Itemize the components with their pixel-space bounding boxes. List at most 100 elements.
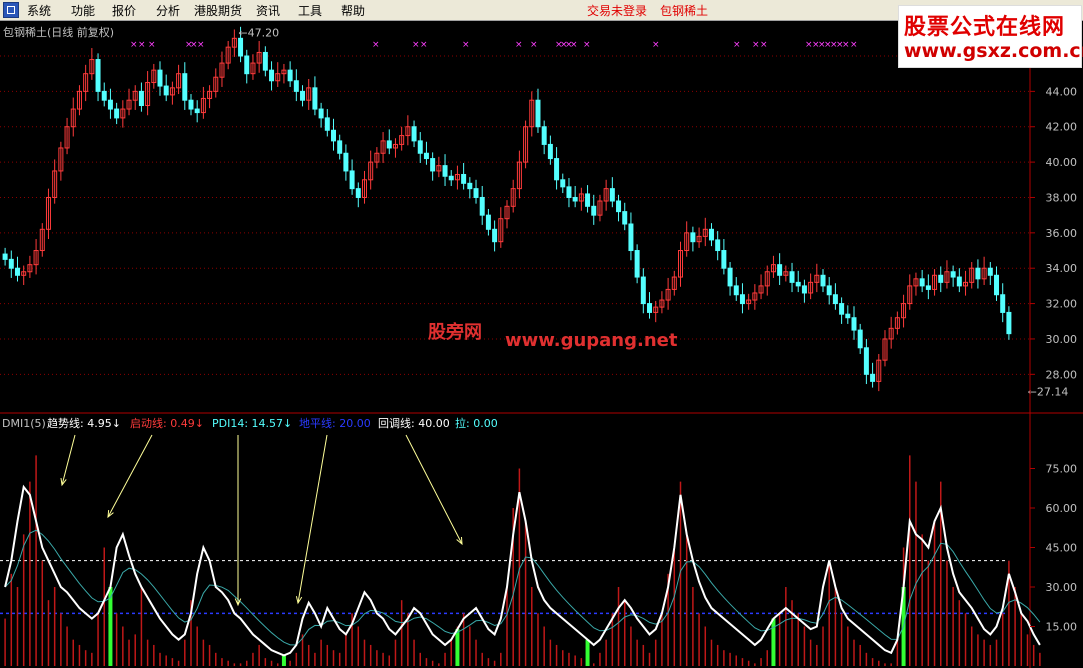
menu-quote[interactable]: 报价	[112, 2, 136, 19]
candle-down	[789, 271, 795, 283]
candle-down	[721, 250, 727, 269]
candle-down	[8, 258, 14, 269]
candle-down	[300, 90, 306, 101]
candle-down	[1006, 311, 1012, 335]
signal-marker: ×	[733, 40, 741, 50]
candle-down	[318, 108, 324, 119]
candle-down	[386, 140, 392, 149]
watermark-title: 股票公式在线网	[904, 15, 1066, 40]
candle-down	[107, 99, 113, 110]
candle-down	[777, 264, 783, 276]
candle-down	[331, 129, 337, 142]
candle-down	[101, 90, 107, 101]
candle-down	[430, 158, 436, 172]
menu-analysis[interactable]: 分析	[156, 2, 180, 19]
candle-down	[448, 175, 454, 181]
candle-down	[188, 99, 194, 110]
candle-down	[114, 108, 120, 119]
high-price-label: ←47.20	[238, 26, 279, 39]
candle-down	[801, 285, 807, 294]
legend-arrow	[107, 434, 153, 518]
candle-down	[870, 373, 876, 382]
price-tick-label: 34.00	[1046, 262, 1078, 275]
dmi-legend-item: 拉: 0.00	[455, 416, 498, 430]
signal-marker: ×	[850, 40, 858, 50]
candle-down	[820, 274, 826, 287]
menu-help[interactable]: 帮助	[341, 2, 365, 19]
watermark-top: 股票公式在线网 www.gsxz.com.cn	[898, 5, 1083, 68]
dmi-title: DMI1(5)	[2, 417, 46, 430]
candle-down	[857, 329, 863, 349]
candle-down	[287, 69, 293, 82]
signal-marker: ×	[138, 40, 146, 50]
candle-down	[616, 200, 622, 213]
candle-down	[269, 69, 275, 82]
dmi-legend: DMI1(5) 趋势线: 4.95↓ 启动线: 0.49↓ PDI14: 14.57↓…	[2, 416, 498, 430]
candle-down	[560, 179, 566, 188]
login-status[interactable]: 交易未登录	[587, 2, 647, 19]
candle-down	[349, 170, 355, 190]
candle-down	[640, 276, 646, 305]
price-axis: 28.00 30.00 32.00 34.00 36.00 38.00 40.00 42.00…	[1030, 50, 1077, 381]
menu-function[interactable]: 功能	[71, 2, 95, 19]
candle-down	[461, 173, 467, 184]
signal-marker: ×	[372, 40, 380, 50]
price-tick-label: 38.00	[1046, 191, 1078, 204]
candle-down	[572, 196, 578, 202]
candle-down	[925, 285, 931, 290]
candle-down	[591, 205, 597, 216]
price-chart-title: 包钢稀土(日线 前复权)	[3, 25, 114, 39]
legend-arrow	[61, 434, 76, 486]
candle-down	[987, 267, 993, 276]
candle-down	[919, 278, 925, 287]
candle-down	[715, 239, 721, 252]
menu-tools[interactable]: 工具	[298, 2, 322, 19]
candle-down	[975, 267, 981, 280]
dmi-start-bar	[455, 629, 460, 666]
candle-down	[863, 347, 869, 375]
candle-down	[2, 253, 8, 260]
candle-down	[312, 87, 318, 110]
candle-down	[628, 223, 634, 252]
candle-down	[541, 126, 547, 145]
dmi-tick-label: 45.00	[1046, 542, 1078, 555]
trend-line	[4, 484, 1041, 657]
price-tick-label: 40.00	[1046, 156, 1078, 169]
signal-marker: ×	[530, 40, 538, 50]
dmi-start-bar	[281, 655, 286, 666]
price-tick-label: 44.00	[1046, 85, 1078, 98]
candle-down	[479, 196, 485, 216]
watermark-brand: 股旁网	[428, 322, 482, 343]
dmi-lines	[4, 484, 1041, 657]
signal-marker: ×	[412, 40, 420, 50]
current-stock-name: 包钢稀土	[660, 4, 709, 18]
candle-down	[138, 90, 144, 107]
dmi-tick-label: 75.00	[1046, 463, 1078, 476]
price-tick-label: 36.00	[1046, 227, 1078, 240]
candle-down	[566, 186, 572, 198]
candle-down	[262, 51, 268, 71]
app-logo-icon[interactable]	[3, 2, 19, 18]
candle-down	[343, 152, 349, 172]
candle-down	[95, 59, 101, 92]
price-grid	[0, 55, 1030, 375]
menu-system[interactable]: 系统	[27, 2, 51, 19]
signal-marker: ×	[148, 40, 156, 50]
signal-marker: ×	[462, 40, 470, 50]
signal-marker: ×	[652, 40, 660, 50]
candle-down	[647, 303, 653, 313]
menu-hk-futures[interactable]: 港股期货	[194, 2, 242, 19]
menu-news[interactable]: 资讯	[256, 2, 280, 19]
candle-down	[337, 140, 343, 154]
candle-down	[293, 80, 299, 92]
candle-down	[163, 85, 169, 96]
signal-marker: ×	[130, 40, 138, 50]
dmi-legend-item: 启动线: 0.49↓	[130, 416, 204, 430]
low-price-label: ←27.14	[1028, 386, 1069, 399]
dmi-tick-label: 30.00	[1046, 581, 1078, 594]
candle-down	[851, 317, 857, 331]
candle-down	[355, 188, 361, 198]
candle-down	[585, 193, 591, 207]
candle-down	[554, 158, 560, 181]
dmi-legend-item: 地平线: 20.00	[299, 416, 371, 430]
